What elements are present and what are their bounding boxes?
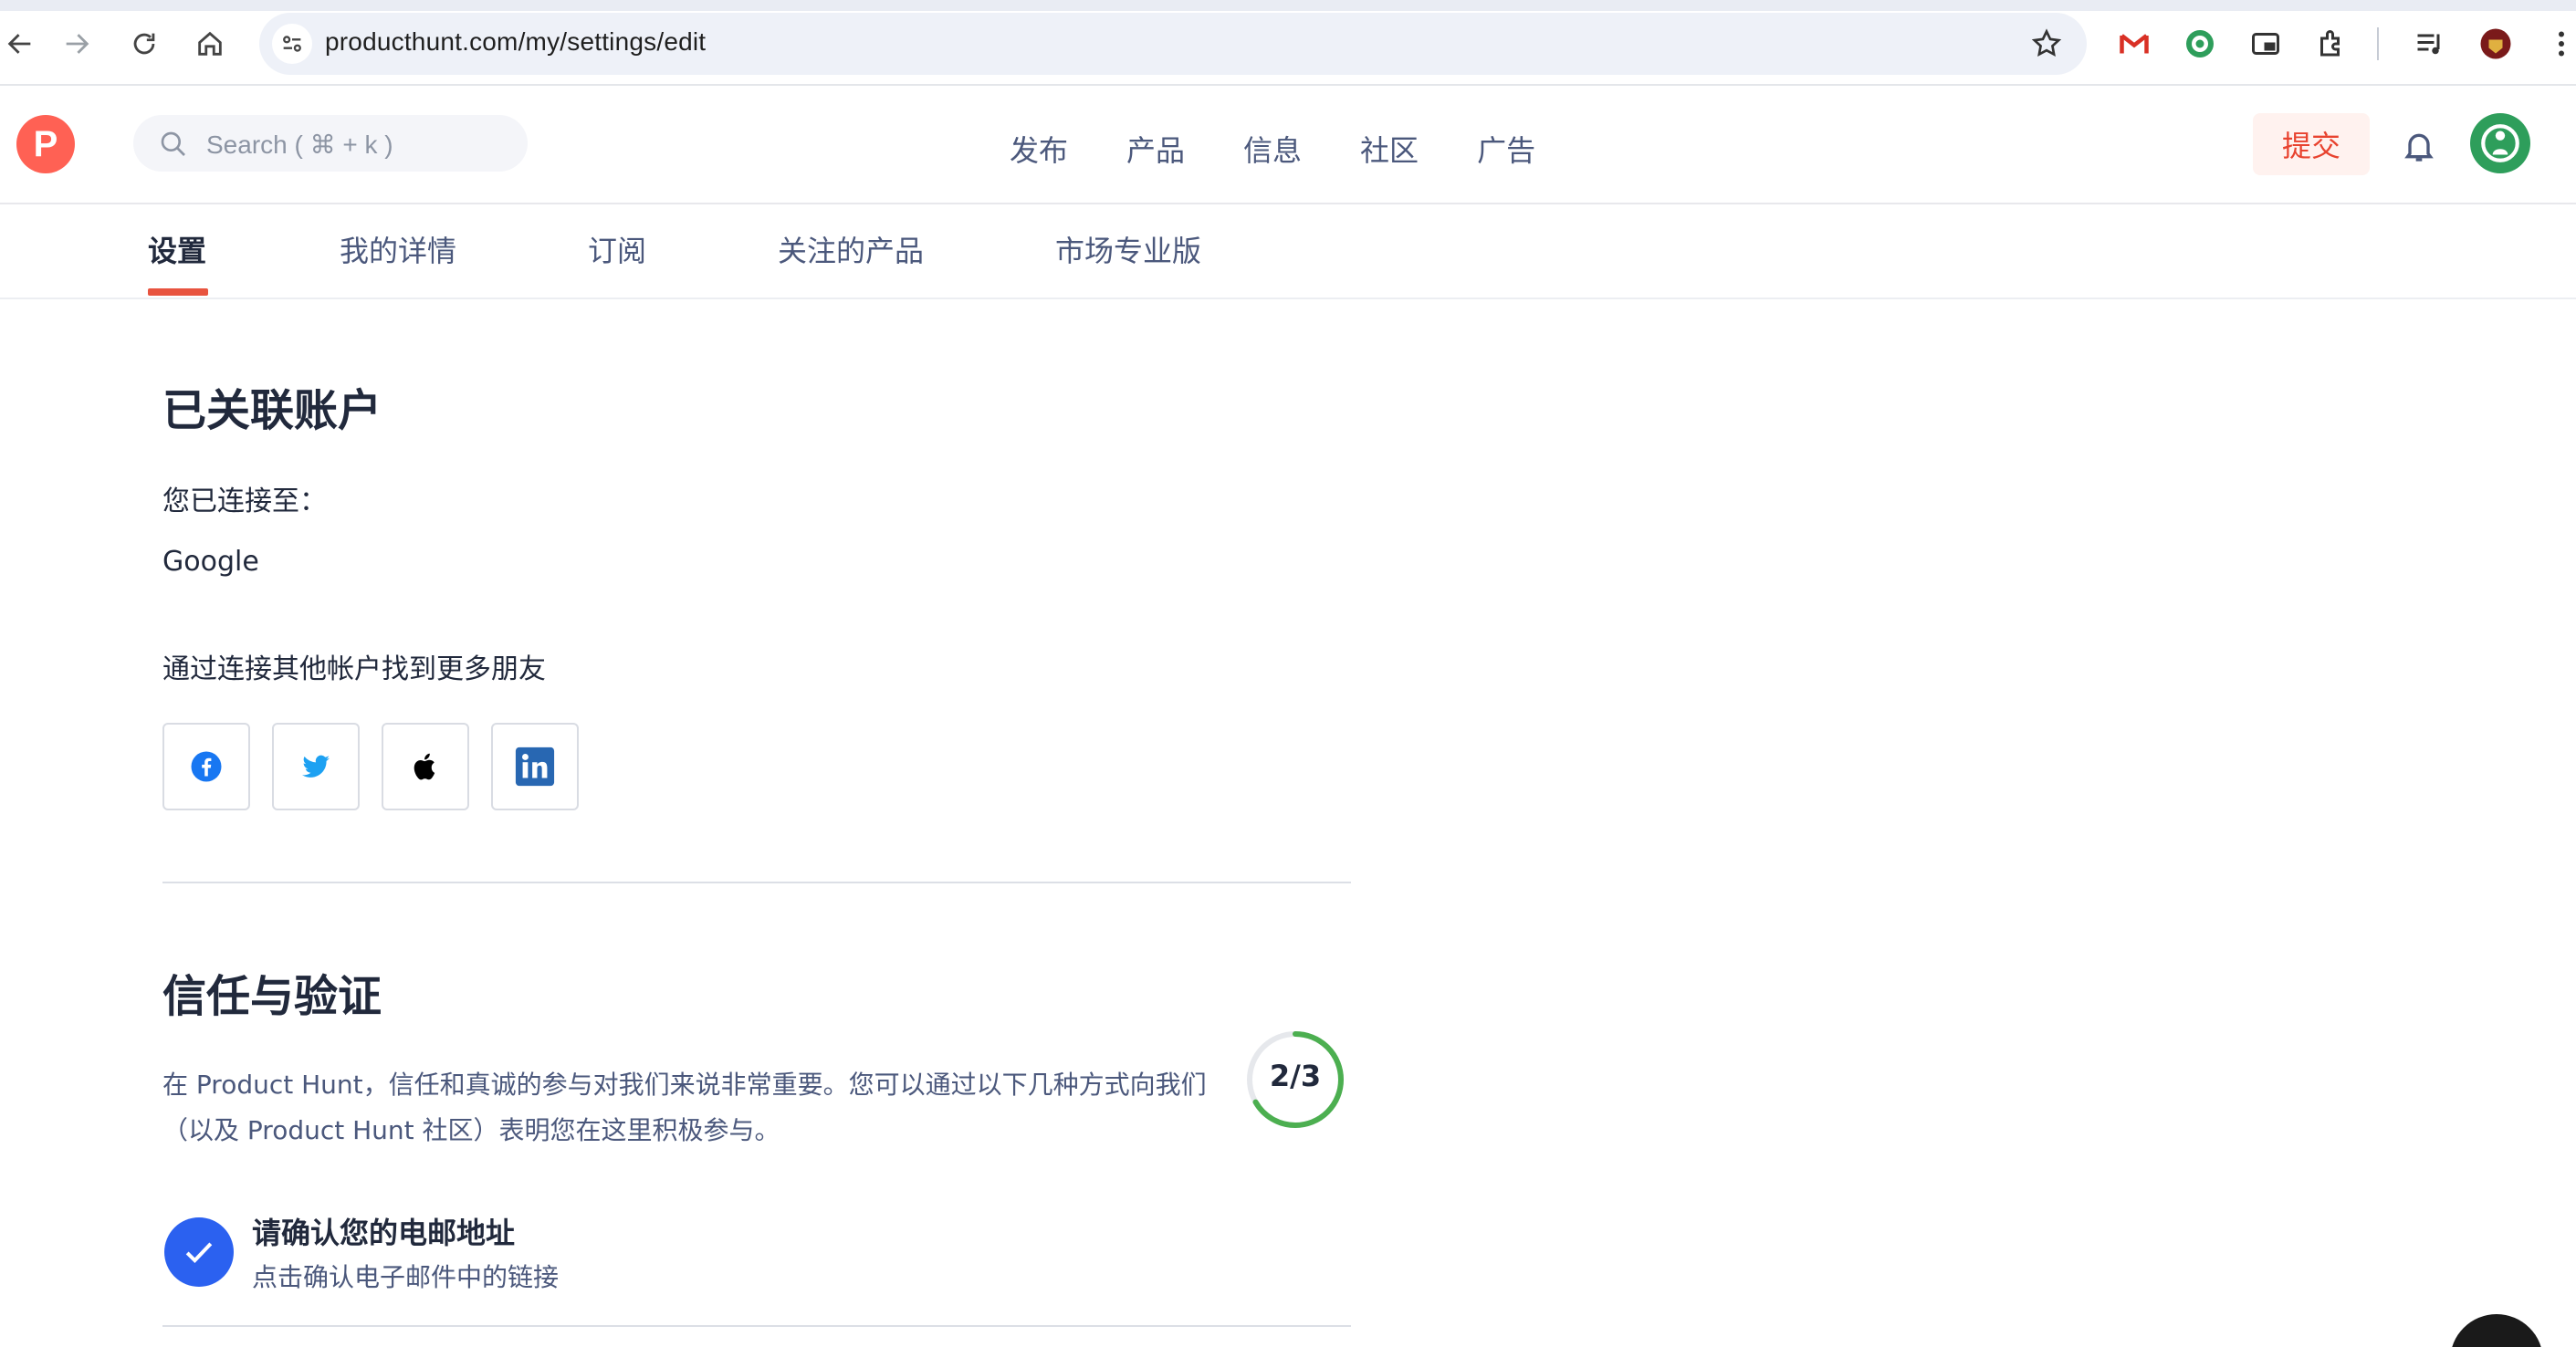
reload-icon	[133, 33, 155, 55]
submit-button[interactable]: 提交	[2253, 113, 2370, 175]
tab-strip	[0, 0, 2576, 11]
producthunt-logo[interactable]: P	[16, 115, 75, 173]
site-info-icon[interactable]	[272, 24, 312, 64]
home-button[interactable]	[190, 24, 230, 64]
facebook-icon	[191, 751, 222, 782]
connect-twitter-button[interactable]	[272, 723, 360, 810]
site-header: P Search ( ⌘ + k ) 发布 产品 信息 社区 广告 提交	[0, 88, 2576, 204]
tab-settings[interactable]: 设置	[148, 228, 206, 270]
home-icon	[198, 31, 222, 56]
nav-item-advertise[interactable]: 广告	[1477, 128, 1535, 170]
trust-description-line-2: （以及 Product Hunt 社区）表明您在这里积极参与。	[162, 1115, 780, 1145]
url-text[interactable]: producthunt.com/my/settings/edit	[325, 27, 706, 57]
extensions-puzzle-icon[interactable]	[2313, 26, 2350, 62]
user-avatar[interactable]	[2470, 113, 2530, 173]
chat-widget-button[interactable]	[2450, 1314, 2543, 1347]
find-friends-text: 通过连接其他帐户找到更多朋友	[162, 653, 546, 685]
connect-apple-button[interactable]	[382, 723, 469, 810]
settings-tabs: 设置 我的详情 订阅 关注的产品 市场专业版	[0, 204, 2576, 299]
tab-followed-products[interactable]: 关注的产品	[778, 228, 924, 270]
search-input[interactable]: Search ( ⌘ + k )	[133, 115, 528, 172]
forward-arrow-icon	[66, 34, 89, 54]
tab-subscriptions[interactable]: 订阅	[588, 228, 646, 270]
gmail-icon[interactable]	[2116, 26, 2152, 62]
checkmark-icon	[185, 1242, 213, 1264]
active-tab-indicator	[148, 288, 208, 296]
trust-description: 在 Product Hunt，信任和真诚的参与对我们来说非常重要。您可以通过以下…	[162, 1062, 1212, 1154]
search-placeholder: Search ( ⌘ + k )	[206, 131, 393, 159]
bookmark-star-icon[interactable]	[2030, 27, 2063, 60]
email-confirmed-check	[164, 1217, 234, 1287]
verification-progress-label: 2/3	[1269, 1059, 1322, 1093]
connect-linkedin-button[interactable]	[491, 723, 579, 810]
back-button[interactable]	[0, 24, 40, 64]
address-bar[interactable]: producthunt.com/my/settings/edit	[259, 13, 2087, 75]
section-divider	[162, 882, 1351, 883]
media-control-icon[interactable]	[2412, 26, 2448, 62]
connected-to-label: 您已连接至：	[162, 486, 327, 517]
nav-item-launches[interactable]: 发布	[1010, 128, 1068, 170]
toolbar-divider	[2377, 27, 2379, 60]
tab-marketplace-pro[interactable]: 市场专业版	[1055, 228, 1201, 270]
browser-toolbar: producthunt.com/my/settings/edit	[0, 0, 2576, 86]
confirm-email-title: 请确认您的电邮地址	[252, 1216, 516, 1250]
apple-icon	[414, 753, 435, 780]
forward-button[interactable]	[57, 24, 97, 64]
reload-button[interactable]	[124, 24, 164, 64]
nav-item-news[interactable]: 信息	[1243, 128, 1302, 170]
nav-item-community[interactable]: 社区	[1360, 128, 1419, 170]
twitter-icon	[302, 755, 330, 778]
avatar-figure-icon	[2481, 124, 2519, 162]
browser-menu-icon[interactable]	[2543, 26, 2576, 62]
section-divider	[162, 1325, 1351, 1327]
nav-item-products[interactable]: 产品	[1126, 128, 1185, 170]
profile-avatar-icon[interactable]	[2477, 26, 2514, 62]
search-icon	[161, 131, 185, 156]
main-nav: 发布 产品 信息 社区 广告	[1010, 128, 1594, 170]
picture-in-picture-icon[interactable]	[2247, 26, 2284, 62]
tab-my-details[interactable]: 我的详情	[340, 228, 456, 270]
confirm-email-subtitle: 点击确认电子邮件中的链接	[252, 1262, 560, 1292]
connected-provider: Google	[162, 546, 259, 578]
logo-letter: P	[33, 123, 58, 164]
linkedin-icon	[515, 747, 555, 787]
notifications-bell-icon[interactable]	[2401, 128, 2437, 164]
connect-facebook-button[interactable]	[162, 723, 250, 810]
linked-accounts-title: 已关联账户	[162, 385, 382, 436]
trust-description-line-1: 在 Product Hunt，信任和真诚的参与对我们来说非常重要。您可以通过以下…	[162, 1070, 1207, 1100]
extension-green-icon[interactable]	[2182, 26, 2218, 62]
trust-verification-title: 信任与验证	[162, 971, 382, 1022]
back-arrow-icon	[7, 34, 31, 54]
